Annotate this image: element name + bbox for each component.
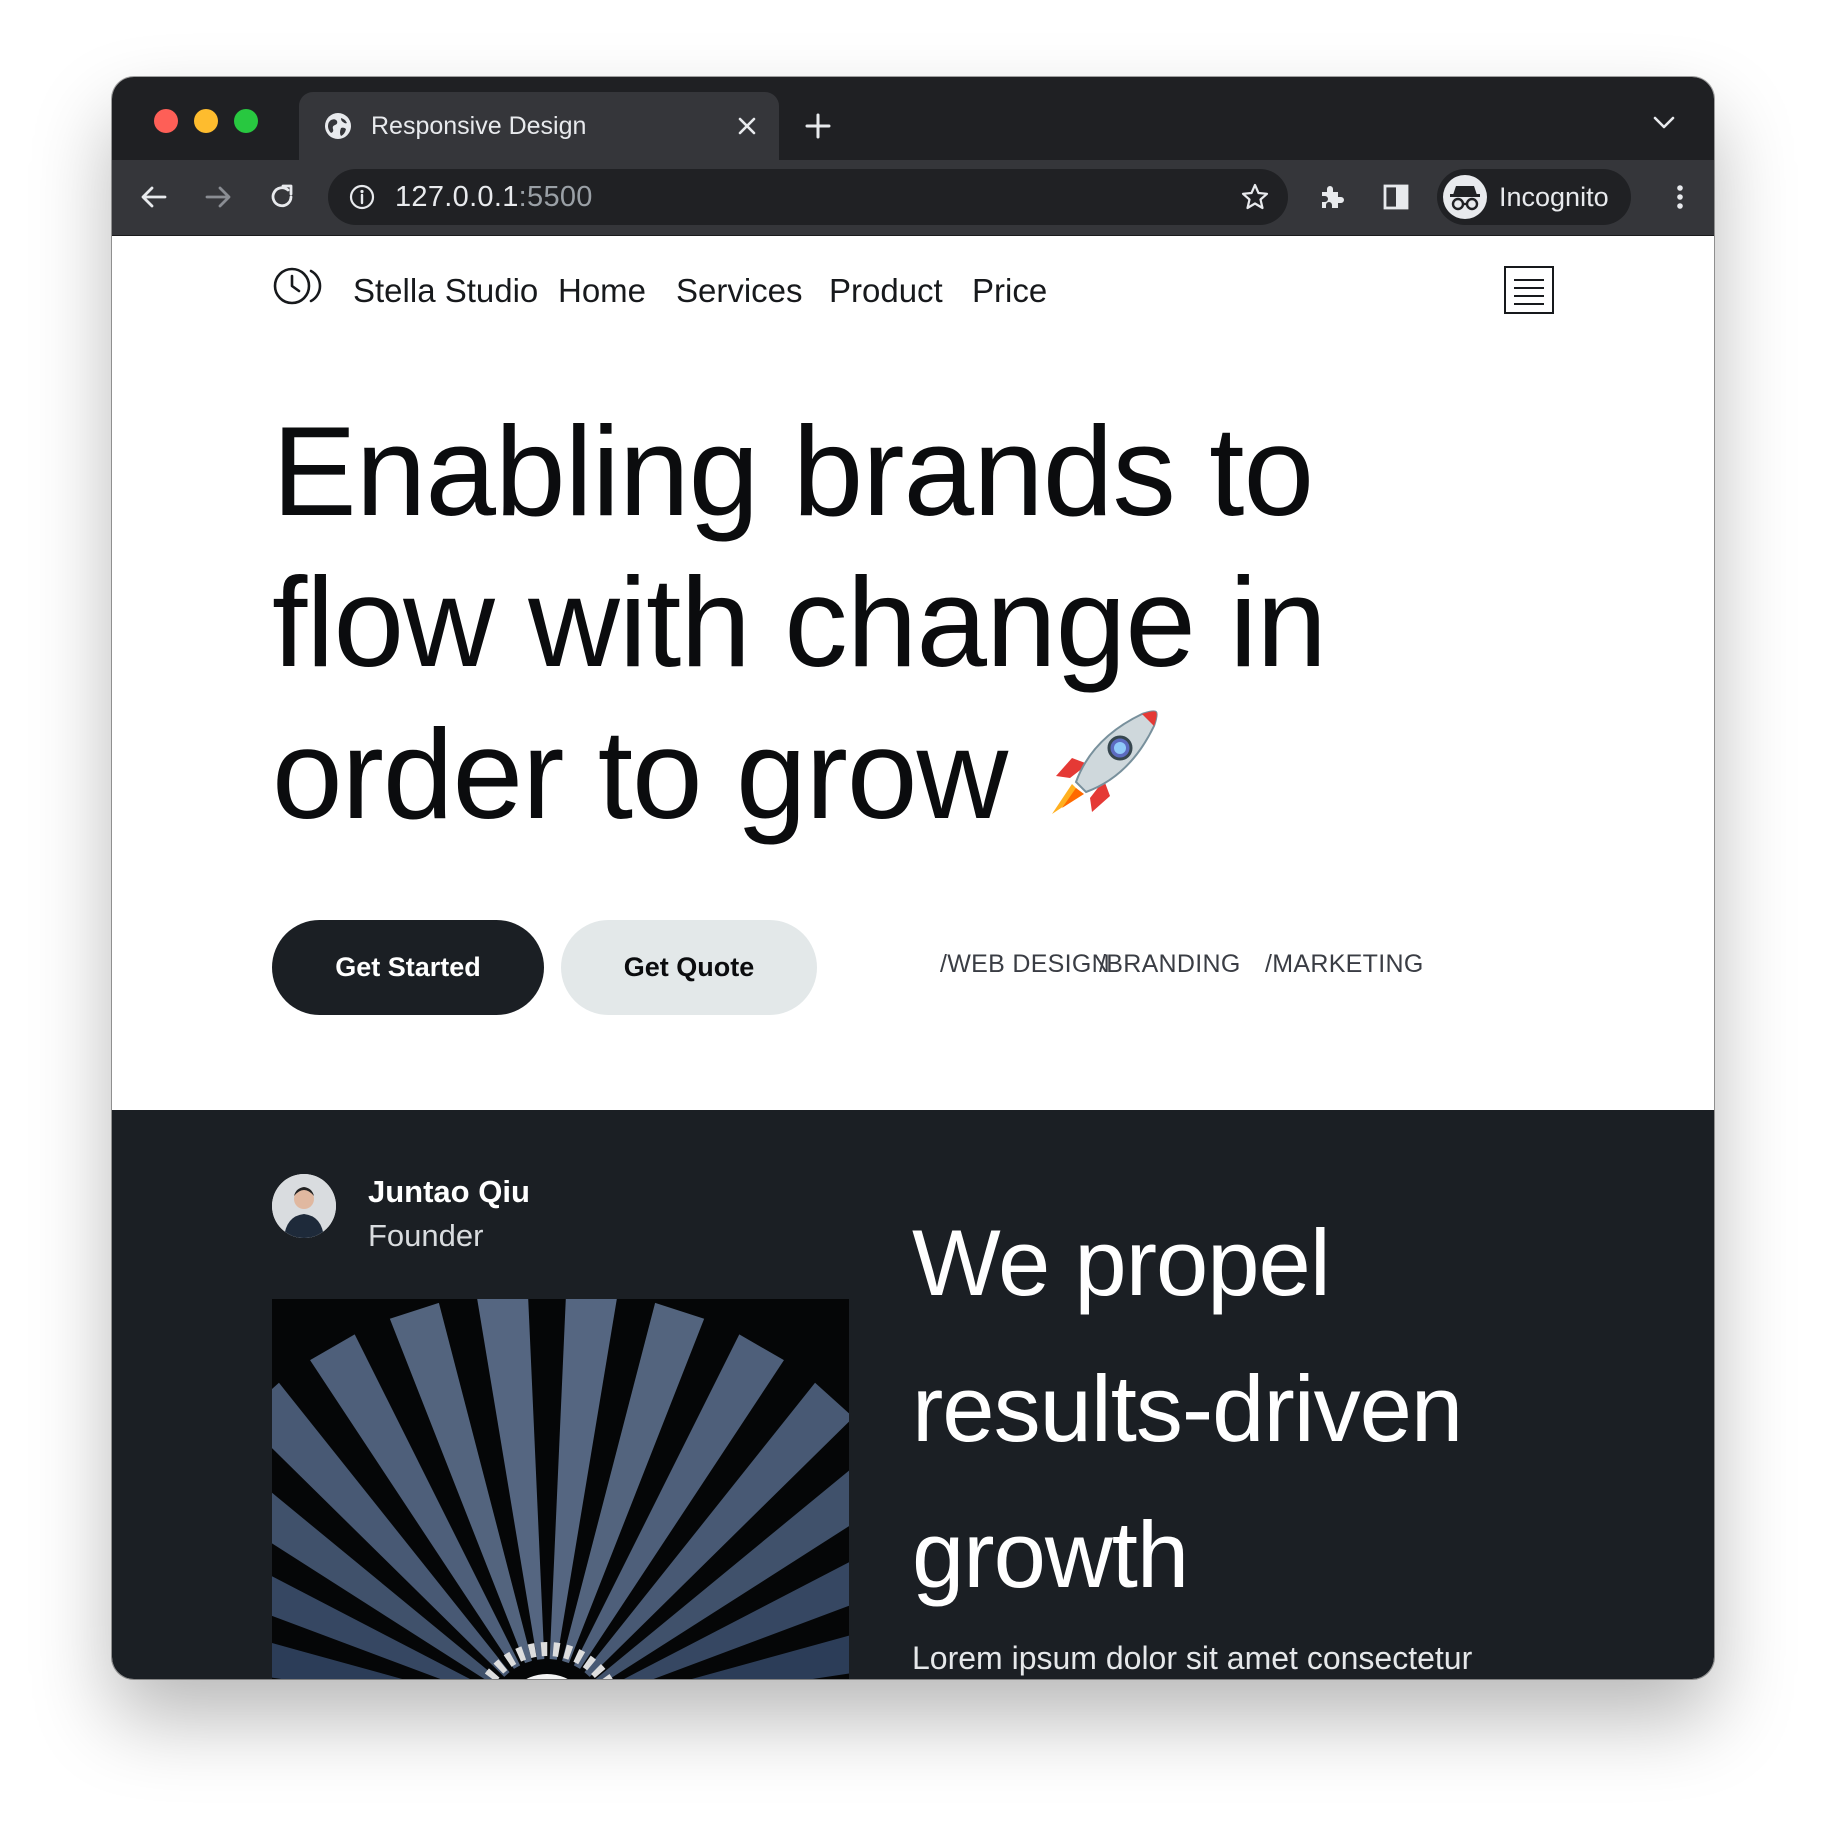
profile-label: Incognito — [1499, 182, 1609, 212]
star-icon[interactable] — [1240, 182, 1270, 212]
back-arrow-icon[interactable] — [138, 181, 170, 213]
tag-marketing[interactable]: /MARKETING — [1265, 950, 1424, 979]
browser-window: Responsive Design 127.0.0.1:5500 Incogni… — [112, 77, 1714, 1679]
about-body: Lorem ipsum dolor sit amet consectetur — [912, 1640, 1473, 1676]
puzzle-icon[interactable] — [1316, 181, 1348, 213]
incognito-icon — [1443, 175, 1487, 219]
chevron-down-icon[interactable] — [1652, 115, 1676, 131]
browser-toolbar: 127.0.0.1:5500 Incognito — [112, 160, 1714, 236]
close-icon[interactable] — [735, 114, 759, 138]
tab-active[interactable]: Responsive Design — [299, 92, 779, 160]
hamburger-menu-button[interactable] — [1504, 266, 1554, 314]
url-port: :5500 — [518, 181, 593, 213]
staircase-photo — [272, 1299, 849, 1679]
about-section: Juntao Qiu Founder We propel results-dri… — [112, 1110, 1714, 1679]
sidepanel-icon[interactable] — [1380, 181, 1412, 213]
web-page: Stella Studio Home Services Product Pric… — [112, 236, 1714, 1679]
maximize-window-button[interactable] — [234, 109, 258, 133]
about-title-line: results-driven — [912, 1356, 1463, 1461]
tab-bar: Responsive Design — [112, 77, 1714, 160]
nav-item-services[interactable]: Services — [676, 272, 803, 310]
about-title-line: We propel — [912, 1210, 1331, 1315]
url-text[interactable]: 127.0.0.1:5500 — [395, 181, 593, 214]
plus-icon[interactable] — [802, 110, 834, 142]
kebab-menu-icon[interactable] — [1664, 181, 1696, 213]
menu-line — [1514, 287, 1544, 289]
tab-title: Responsive Design — [371, 112, 587, 140]
stair-light — [526, 1674, 568, 1679]
get-started-button[interactable]: Get Started — [272, 920, 544, 1015]
incognito-profile-button[interactable]: Incognito — [1437, 169, 1631, 225]
menu-line — [1514, 303, 1544, 305]
hero-title-line: flow with change in — [272, 551, 1327, 693]
clock-logo-icon[interactable] — [272, 266, 322, 306]
menu-line — [1514, 295, 1544, 297]
brand-name[interactable]: Stella Studio — [353, 272, 538, 310]
staircase-image — [272, 1299, 849, 1679]
url-host: 127.0.0.1 — [395, 181, 519, 213]
hero-title-line: Enabling brands to — [272, 400, 1314, 542]
site-nav: Stella Studio Home Services Product Pric… — [272, 266, 1554, 326]
hero-title: Enabling brands to flow with change in o… — [272, 396, 1472, 850]
address-bar[interactable]: 127.0.0.1:5500 — [328, 169, 1288, 225]
nav-item-product[interactable]: Product — [829, 272, 943, 310]
author-role: Founder — [368, 1218, 484, 1253]
reload-icon[interactable] — [266, 181, 298, 213]
rocket-icon — [1051, 710, 1158, 814]
get-quote-button[interactable]: Get Quote — [561, 920, 817, 1015]
author-name: Juntao Qiu — [368, 1174, 530, 1209]
minimize-window-button[interactable] — [194, 109, 218, 133]
info-icon[interactable] — [348, 183, 376, 211]
about-title-line: growth — [912, 1502, 1189, 1607]
nav-item-home[interactable]: Home — [558, 272, 646, 310]
avatar — [272, 1174, 336, 1238]
tag-web-design[interactable]: /WEB DESIGN — [940, 950, 1110, 979]
nav-item-price[interactable]: Price — [972, 272, 1047, 310]
close-window-button[interactable] — [154, 109, 178, 133]
about-title: We propel results-driven growth — [912, 1190, 1552, 1628]
hero-title-line: order to grow — [272, 703, 1008, 845]
menu-line — [1514, 279, 1544, 281]
forward-arrow-icon[interactable] — [202, 181, 234, 213]
globe-icon — [325, 113, 351, 139]
tag-branding[interactable]: /BRANDING — [1099, 950, 1241, 979]
